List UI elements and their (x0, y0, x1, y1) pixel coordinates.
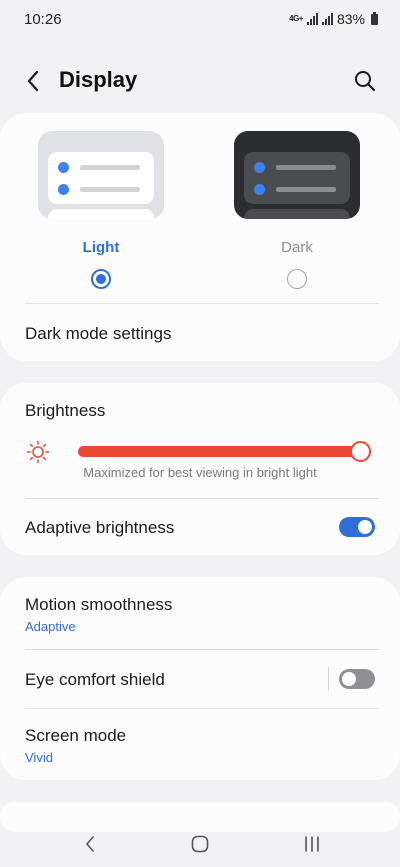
preview-card-bottom (48, 209, 154, 219)
theme-card: Light Dark Dark mode settings (0, 113, 400, 361)
signal-icon-2 (321, 13, 333, 25)
battery-icon (371, 11, 378, 25)
preview-dot (254, 184, 265, 195)
divider (25, 498, 379, 499)
preview-card (48, 152, 154, 204)
network-type-icon: 4G+ (289, 14, 303, 23)
brightness-card: Brightness Maximized for best viewing in… (0, 383, 400, 555)
status-bar: 10:26 4G+ 83% (0, 0, 400, 38)
preview-card (244, 152, 350, 204)
brightness-track[interactable] (78, 441, 371, 462)
page-title: Display (59, 67, 138, 92)
status-time: 10:26 (24, 10, 62, 28)
vertical-separator (328, 667, 329, 691)
eye-comfort-shield-label[interactable]: Eye comfort shield (25, 670, 165, 690)
preview-card-bottom (244, 209, 350, 219)
nav-back-icon (86, 836, 94, 852)
status-icons: 4G+ 83% (289, 11, 378, 27)
search-button[interactable] (350, 66, 380, 96)
theme-option-light[interactable]: Light (38, 131, 164, 289)
nav-recents-icon (305, 836, 319, 852)
brightness-slider[interactable] (26, 437, 371, 465)
dark-theme-preview[interactable] (234, 131, 360, 219)
eye-comfort-shield-toggle[interactable] (339, 669, 375, 689)
dark-mode-settings-item[interactable]: Dark mode settings (25, 324, 171, 344)
preview-dot (254, 162, 265, 173)
nav-home-icon (191, 835, 209, 853)
divider (25, 649, 379, 650)
nav-back-button[interactable] (70, 829, 110, 859)
light-theme-radio[interactable] (91, 269, 111, 289)
light-theme-label: Light (82, 239, 120, 256)
nav-recents-button[interactable] (292, 829, 332, 859)
brightness-fill (78, 446, 360, 457)
signal-icon (306, 13, 318, 25)
screen-mode-label: Screen mode (25, 726, 127, 745)
preview-line (80, 165, 140, 170)
preview-line (276, 187, 336, 192)
preview-dot (58, 162, 69, 173)
motion-smoothness-label: Motion smoothness (25, 595, 173, 614)
theme-option-dark[interactable]: Dark (234, 131, 360, 289)
chevron-left-icon (27, 70, 39, 92)
app-header: Display (0, 58, 400, 102)
dark-theme-label: Dark (281, 239, 313, 256)
brightness-label: Brightness (25, 401, 106, 420)
screen-mode-value: Vivid (25, 750, 53, 765)
search-icon (355, 71, 376, 92)
dark-theme-radio[interactable] (287, 269, 307, 289)
divider (25, 303, 379, 304)
preview-dot (58, 184, 69, 195)
display-options-card: Motion smoothness Adaptive Eye comfort s… (0, 577, 400, 780)
divider (25, 708, 379, 709)
motion-smoothness-value: Adaptive (25, 619, 76, 634)
nav-home-button[interactable] (180, 829, 220, 859)
brightness-thumb[interactable] (350, 441, 371, 462)
adaptive-brightness-label[interactable]: Adaptive brightness (25, 518, 174, 538)
adaptive-brightness-toggle[interactable] (339, 517, 375, 537)
preview-line (80, 187, 140, 192)
navigation-bar (0, 817, 400, 867)
preview-line (276, 165, 336, 170)
sun-icon (26, 440, 50, 464)
light-theme-preview[interactable] (38, 131, 164, 219)
back-button[interactable] (18, 66, 48, 96)
brightness-caption: Maximized for best viewing in bright lig… (83, 465, 317, 480)
battery-percent: 83% (336, 11, 365, 27)
